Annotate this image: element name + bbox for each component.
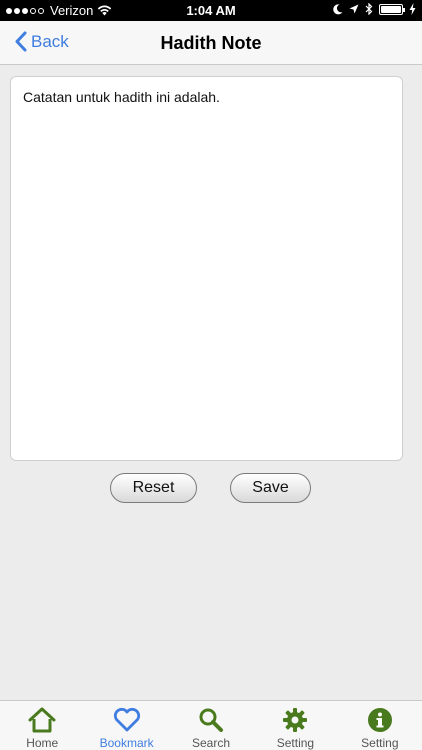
search-icon (199, 708, 224, 732)
tab-bookmark[interactable]: Bookmark (84, 701, 168, 750)
gear-icon (283, 708, 308, 732)
tab-label: Setting (361, 736, 399, 750)
tab-label: Bookmark (99, 736, 154, 750)
tab-bar: Home Bookmark Search Setting Setting (0, 700, 422, 750)
charging-bolt-icon (409, 3, 416, 15)
info-icon (367, 708, 392, 732)
screen: Verizon 1:04 AM Back Hadith Note Catatan… (0, 0, 422, 750)
moon-icon (333, 3, 343, 14)
tab-setting[interactable]: Setting (253, 701, 337, 750)
navigation-bar: Back Hadith Note (0, 21, 422, 65)
tab-home[interactable]: Home (0, 701, 84, 750)
status-bar: Verizon 1:04 AM (0, 0, 422, 21)
page-title: Hadith Note (160, 33, 262, 53)
tab-info[interactable]: Setting (338, 701, 422, 750)
reset-button[interactable]: Reset (110, 473, 197, 503)
tab-search[interactable]: Search (169, 701, 253, 750)
bluetooth-icon (365, 3, 373, 15)
battery-icon (379, 3, 405, 15)
tab-label: Setting (276, 736, 315, 750)
location-arrow-icon (349, 4, 359, 14)
save-button[interactable]: Save (230, 473, 311, 503)
home-icon (28, 707, 56, 733)
tab-label: Home (26, 736, 59, 750)
tab-label: Search (192, 736, 231, 750)
status-right (333, 3, 416, 15)
note-textarea[interactable]: Catatan untuk hadith ini adalah. (10, 76, 403, 461)
heart-icon (113, 707, 140, 732)
